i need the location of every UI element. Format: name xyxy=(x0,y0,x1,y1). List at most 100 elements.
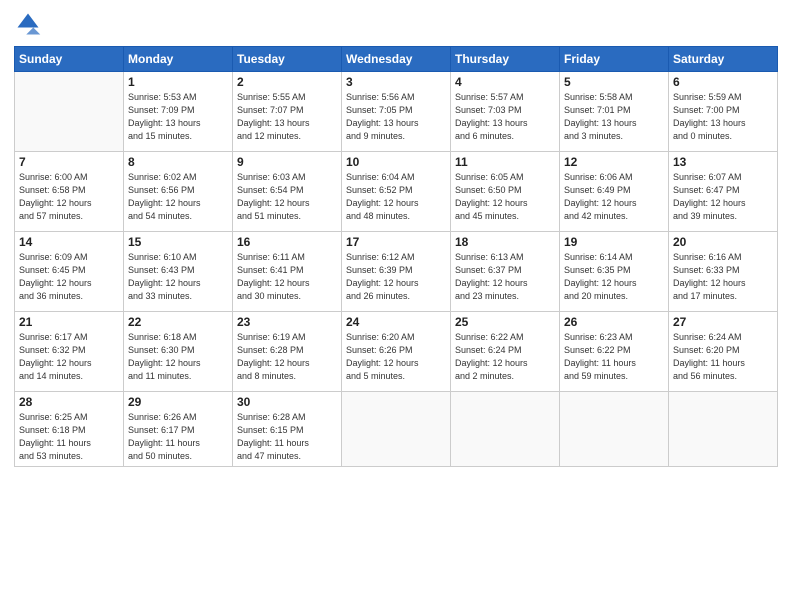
calendar-cell: 7 Sunrise: 6:00 AMSunset: 6:58 PMDaylight… xyxy=(15,152,124,232)
day-info: Sunrise: 6:16 AMSunset: 6:33 PMDaylight:… xyxy=(673,251,773,303)
day-info: Sunrise: 6:09 AMSunset: 6:45 PMDaylight:… xyxy=(19,251,119,303)
day-number: 27 xyxy=(673,315,773,329)
calendar-week-row: 7 Sunrise: 6:00 AMSunset: 6:58 PMDaylight… xyxy=(15,152,778,232)
calendar-cell: 11 Sunrise: 6:05 AMSunset: 6:50 PMDayligh… xyxy=(451,152,560,232)
day-info: Sunrise: 6:11 AMSunset: 6:41 PMDaylight:… xyxy=(237,251,337,303)
col-header-saturday: Saturday xyxy=(669,47,778,72)
calendar-cell: 25 Sunrise: 6:22 AMSunset: 6:24 PMDayligh… xyxy=(451,312,560,392)
calendar-header-row: SundayMondayTuesdayWednesdayThursdayFrid… xyxy=(15,47,778,72)
day-number: 26 xyxy=(564,315,664,329)
calendar-cell: 6 Sunrise: 5:59 AMSunset: 7:00 PMDaylight… xyxy=(669,72,778,152)
day-number: 10 xyxy=(346,155,446,169)
day-info: Sunrise: 5:56 AMSunset: 7:05 PMDaylight:… xyxy=(346,91,446,143)
calendar-cell xyxy=(15,72,124,152)
day-number: 16 xyxy=(237,235,337,249)
col-header-friday: Friday xyxy=(560,47,669,72)
day-number: 12 xyxy=(564,155,664,169)
day-info: Sunrise: 6:24 AMSunset: 6:20 PMDaylight:… xyxy=(673,331,773,383)
day-number: 23 xyxy=(237,315,337,329)
col-header-tuesday: Tuesday xyxy=(233,47,342,72)
calendar-cell: 16 Sunrise: 6:11 AMSunset: 6:41 PMDayligh… xyxy=(233,232,342,312)
calendar-week-row: 14 Sunrise: 6:09 AMSunset: 6:45 PMDayligh… xyxy=(15,232,778,312)
day-info: Sunrise: 6:23 AMSunset: 6:22 PMDaylight:… xyxy=(564,331,664,383)
calendar-cell: 14 Sunrise: 6:09 AMSunset: 6:45 PMDayligh… xyxy=(15,232,124,312)
calendar-cell: 28Sunrise: 6:25 AMSunset: 6:18 PMDayligh… xyxy=(15,392,124,467)
day-number: 24 xyxy=(346,315,446,329)
calendar-table: SundayMondayTuesdayWednesdayThursdayFrid… xyxy=(14,46,778,467)
calendar-cell: 21Sunrise: 6:17 AMSunset: 6:32 PMDayligh… xyxy=(15,312,124,392)
day-info: Sunrise: 5:53 AMSunset: 7:09 PMDaylight:… xyxy=(128,91,228,143)
day-info: Sunrise: 6:28 AMSunset: 6:15 PMDaylight:… xyxy=(237,411,337,463)
day-number: 4 xyxy=(455,75,555,89)
day-info: Sunrise: 6:25 AMSunset: 6:18 PMDaylight:… xyxy=(19,411,119,463)
day-number: 19 xyxy=(564,235,664,249)
day-info: Sunrise: 6:07 AMSunset: 6:47 PMDaylight:… xyxy=(673,171,773,223)
calendar-cell: 22Sunrise: 6:18 AMSunset: 6:30 PMDayligh… xyxy=(124,312,233,392)
col-header-wednesday: Wednesday xyxy=(342,47,451,72)
day-info: Sunrise: 5:59 AMSunset: 7:00 PMDaylight:… xyxy=(673,91,773,143)
calendar-cell: 19 Sunrise: 6:14 AMSunset: 6:35 PMDayligh… xyxy=(560,232,669,312)
day-number: 30 xyxy=(237,395,337,409)
day-number: 9 xyxy=(237,155,337,169)
calendar-cell: 20Sunrise: 6:16 AMSunset: 6:33 PMDayligh… xyxy=(669,232,778,312)
day-info: Sunrise: 5:57 AMSunset: 7:03 PMDaylight:… xyxy=(455,91,555,143)
day-info: Sunrise: 6:02 AMSunset: 6:56 PMDaylight:… xyxy=(128,171,228,223)
calendar-cell: 3 Sunrise: 5:56 AMSunset: 7:05 PMDaylight… xyxy=(342,72,451,152)
day-info: Sunrise: 5:55 AMSunset: 7:07 PMDaylight:… xyxy=(237,91,337,143)
calendar-cell: 8 Sunrise: 6:02 AMSunset: 6:56 PMDaylight… xyxy=(124,152,233,232)
calendar-cell: 13 Sunrise: 6:07 AMSunset: 6:47 PMDayligh… xyxy=(669,152,778,232)
calendar-cell: 9 Sunrise: 6:03 AMSunset: 6:54 PMDaylight… xyxy=(233,152,342,232)
day-info: Sunrise: 6:00 AMSunset: 6:58 PMDaylight:… xyxy=(19,171,119,223)
day-number: 8 xyxy=(128,155,228,169)
calendar-cell: 4 Sunrise: 5:57 AMSunset: 7:03 PMDaylight… xyxy=(451,72,560,152)
calendar-cell: 18Sunrise: 6:13 AMSunset: 6:37 PMDayligh… xyxy=(451,232,560,312)
day-info: Sunrise: 6:03 AMSunset: 6:54 PMDaylight:… xyxy=(237,171,337,223)
day-number: 7 xyxy=(19,155,119,169)
calendar-week-row: 1Sunrise: 5:53 AMSunset: 7:09 PMDaylight… xyxy=(15,72,778,152)
calendar-cell: 12 Sunrise: 6:06 AMSunset: 6:49 PMDayligh… xyxy=(560,152,669,232)
day-info: Sunrise: 6:06 AMSunset: 6:49 PMDaylight:… xyxy=(564,171,664,223)
calendar-cell xyxy=(451,392,560,467)
page: SundayMondayTuesdayWednesdayThursdayFrid… xyxy=(0,0,792,612)
calendar-cell xyxy=(342,392,451,467)
day-number: 15 xyxy=(128,235,228,249)
day-number: 5 xyxy=(564,75,664,89)
day-number: 17 xyxy=(346,235,446,249)
day-number: 2 xyxy=(237,75,337,89)
calendar-cell xyxy=(669,392,778,467)
day-info: Sunrise: 5:58 AMSunset: 7:01 PMDaylight:… xyxy=(564,91,664,143)
day-info: Sunrise: 6:14 AMSunset: 6:35 PMDaylight:… xyxy=(564,251,664,303)
calendar-cell: 24 Sunrise: 6:20 AMSunset: 6:26 PMDayligh… xyxy=(342,312,451,392)
day-info: Sunrise: 6:19 AMSunset: 6:28 PMDaylight:… xyxy=(237,331,337,383)
day-info: Sunrise: 6:10 AMSunset: 6:43 PMDaylight:… xyxy=(128,251,228,303)
logo-icon xyxy=(14,10,42,38)
col-header-sunday: Sunday xyxy=(15,47,124,72)
calendar-cell: 30 Sunrise: 6:28 AMSunset: 6:15 PMDayligh… xyxy=(233,392,342,467)
day-number: 18 xyxy=(455,235,555,249)
calendar-cell: 1Sunrise: 5:53 AMSunset: 7:09 PMDaylight… xyxy=(124,72,233,152)
calendar-cell: 15 Sunrise: 6:10 AMSunset: 6:43 PMDayligh… xyxy=(124,232,233,312)
day-info: Sunrise: 6:12 AMSunset: 6:39 PMDaylight:… xyxy=(346,251,446,303)
day-info: Sunrise: 6:17 AMSunset: 6:32 PMDaylight:… xyxy=(19,331,119,383)
day-number: 3 xyxy=(346,75,446,89)
day-number: 29 xyxy=(128,395,228,409)
day-number: 6 xyxy=(673,75,773,89)
calendar-cell: 17 Sunrise: 6:12 AMSunset: 6:39 PMDayligh… xyxy=(342,232,451,312)
calendar-cell: 5 Sunrise: 5:58 AMSunset: 7:01 PMDaylight… xyxy=(560,72,669,152)
day-info: Sunrise: 6:04 AMSunset: 6:52 PMDaylight:… xyxy=(346,171,446,223)
calendar-cell: 27 Sunrise: 6:24 AMSunset: 6:20 PMDayligh… xyxy=(669,312,778,392)
day-number: 11 xyxy=(455,155,555,169)
day-info: Sunrise: 6:20 AMSunset: 6:26 PMDaylight:… xyxy=(346,331,446,383)
day-info: Sunrise: 6:05 AMSunset: 6:50 PMDaylight:… xyxy=(455,171,555,223)
day-number: 25 xyxy=(455,315,555,329)
header xyxy=(14,10,778,38)
logo xyxy=(14,10,46,38)
col-header-monday: Monday xyxy=(124,47,233,72)
day-number: 13 xyxy=(673,155,773,169)
calendar-cell: 2 Sunrise: 5:55 AMSunset: 7:07 PMDaylight… xyxy=(233,72,342,152)
day-info: Sunrise: 6:22 AMSunset: 6:24 PMDaylight:… xyxy=(455,331,555,383)
day-info: Sunrise: 6:18 AMSunset: 6:30 PMDaylight:… xyxy=(128,331,228,383)
calendar-cell: 10 Sunrise: 6:04 AMSunset: 6:52 PMDayligh… xyxy=(342,152,451,232)
calendar-week-row: 28Sunrise: 6:25 AMSunset: 6:18 PMDayligh… xyxy=(15,392,778,467)
day-number: 14 xyxy=(19,235,119,249)
